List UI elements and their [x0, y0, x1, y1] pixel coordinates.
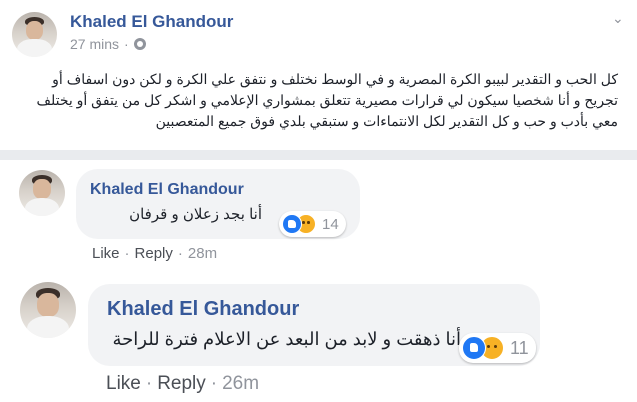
action-separator: · — [124, 245, 130, 262]
reply-button[interactable]: Reply — [157, 373, 206, 395]
reply-button[interactable]: Reply — [135, 245, 173, 262]
comment-avatar[interactable] — [19, 170, 65, 216]
post-timestamp[interactable]: 27 mins — [70, 36, 119, 52]
comment-reactions[interactable]: 14 — [279, 211, 346, 237]
reaction-count: 14 — [322, 215, 339, 233]
like-icon — [282, 214, 302, 234]
globe-icon[interactable] — [133, 38, 146, 50]
action-separator: · — [210, 373, 218, 394]
comment-actions: Like · Reply · 28m — [92, 245, 217, 262]
action-separator: · — [177, 245, 183, 262]
like-button[interactable]: Like — [106, 373, 141, 395]
comment-reactions[interactable]: 11 — [459, 333, 536, 363]
meta-separator: · — [124, 36, 129, 52]
post-options-chevron-icon[interactable]: ⌄ — [612, 10, 624, 27]
post-meta: 27 mins · — [70, 36, 146, 52]
reaction-count: 11 — [510, 337, 529, 358]
comment-text: أنا ذهقت و لابد من البعد عن الاعلام فترة… — [112, 329, 462, 349]
comment-author-name[interactable]: Khaled El Ghandour — [90, 181, 244, 199]
comment-avatar[interactable] — [20, 282, 76, 338]
action-separator: · — [145, 373, 153, 394]
comment-actions: Like · Reply · 26m — [106, 373, 259, 395]
comment-timestamp[interactable]: 26m — [222, 373, 259, 395]
comment-text: أنا بجد زعلان و قرفان — [129, 206, 262, 223]
section-divider — [0, 150, 637, 160]
post-text: كل الحب و التقدير لبيبو الكرة المصرية و … — [36, 71, 618, 129]
post-avatar[interactable] — [12, 12, 57, 57]
like-button[interactable]: Like — [92, 245, 120, 262]
like-icon — [462, 336, 486, 360]
comment-author-name[interactable]: Khaled El Ghandour — [107, 298, 299, 321]
comment-timestamp[interactable]: 28m — [188, 245, 217, 262]
post-author-name[interactable]: Khaled El Ghandour — [70, 12, 233, 32]
